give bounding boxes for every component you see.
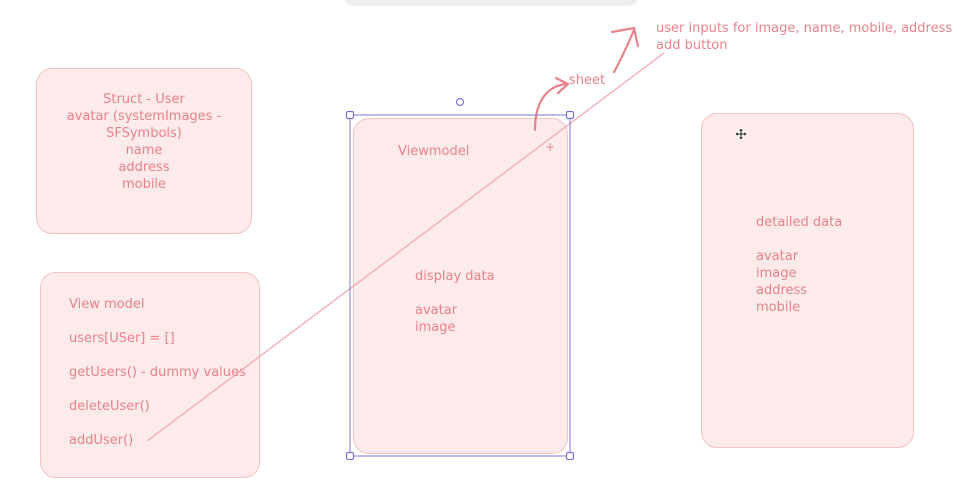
resize-handle-top-left[interactable]	[345, 110, 355, 120]
resize-handle-bottom-right[interactable]	[565, 451, 575, 461]
add-user-connector-line	[146, 52, 665, 442]
rotate-handle[interactable]	[455, 97, 465, 107]
note-arrowhead	[610, 26, 640, 48]
resize-handle-top-right[interactable]	[565, 110, 575, 120]
selection-box[interactable]	[349, 114, 571, 457]
note-arrow	[612, 28, 636, 74]
move-cursor-icon	[734, 127, 748, 141]
resize-handle-bottom-left[interactable]	[345, 451, 355, 461]
diagram-overlay	[146, 26, 748, 461]
